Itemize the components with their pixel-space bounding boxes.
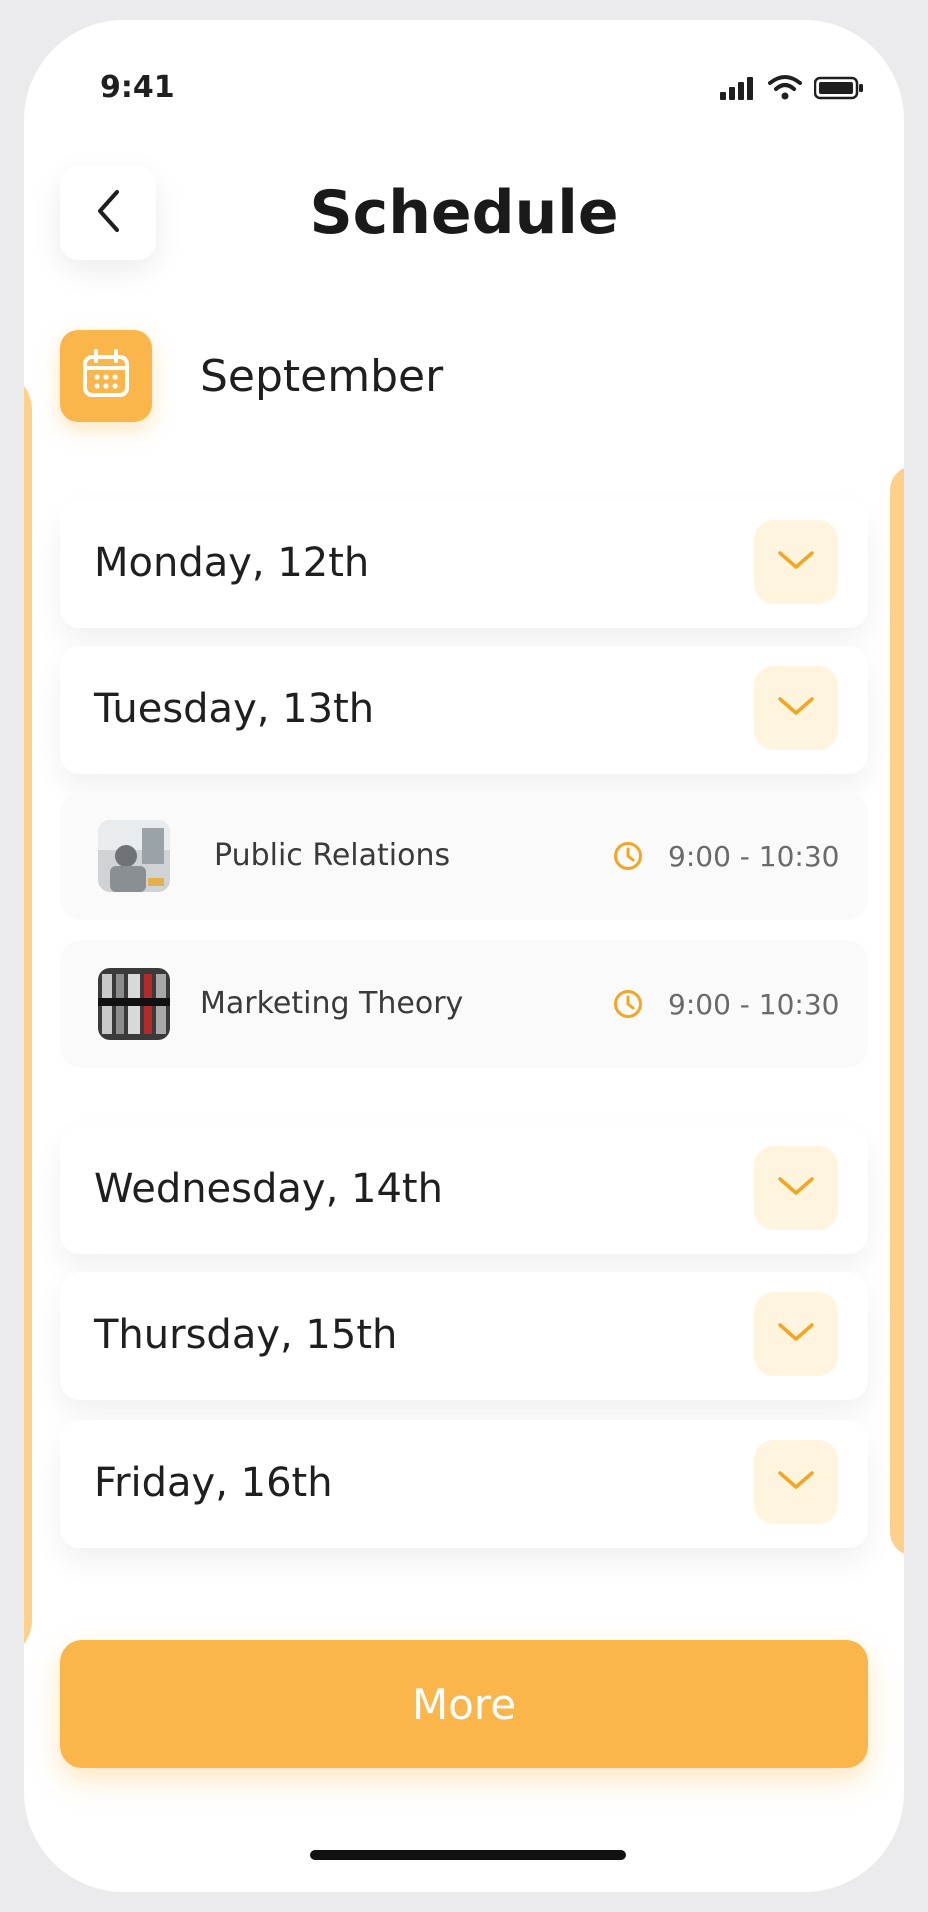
month-label: September — [200, 350, 444, 402]
day-label: Tuesday, 13th — [94, 686, 375, 732]
chevron-down-icon — [776, 694, 816, 722]
page-title: Schedule — [309, 178, 619, 248]
class-thumbnail — [98, 968, 170, 1040]
phone-screen: 9:41 Schedule September Monday, 12th Tue… — [24, 20, 904, 1892]
signal-icon — [720, 76, 756, 104]
day-row-wednesday[interactable]: Wednesday, 14th — [60, 1126, 868, 1254]
status-time: 9:41 — [100, 70, 175, 105]
day-row-monday[interactable]: Monday, 12th — [60, 500, 868, 628]
decorative-left-band — [24, 370, 32, 1660]
expand-button[interactable] — [754, 1292, 838, 1376]
chevron-down-icon — [776, 1174, 816, 1202]
class-title: Public Relations — [214, 838, 451, 873]
month-selector[interactable]: September — [60, 330, 443, 422]
day-label: Monday, 12th — [94, 540, 370, 586]
day-label: Thursday, 15th — [94, 1312, 398, 1358]
chevron-down-icon — [776, 1320, 816, 1348]
chevron-down-icon — [776, 1468, 816, 1496]
calendar-icon-tile — [60, 330, 152, 422]
more-button[interactable]: More — [60, 1640, 868, 1768]
class-time: 9:00 - 10:30 — [668, 840, 840, 873]
day-row-tuesday[interactable]: Tuesday, 13th — [60, 646, 868, 774]
status-icons — [720, 74, 864, 104]
clock-icon — [612, 988, 644, 1024]
class-thumbnail — [98, 820, 170, 892]
expand-button[interactable] — [754, 666, 838, 750]
decorative-right-band — [890, 466, 904, 1556]
clock-icon — [612, 840, 644, 876]
day-row-thursday[interactable]: Thursday, 15th — [60, 1272, 868, 1400]
wifi-icon — [768, 74, 802, 104]
calendar-icon — [80, 348, 132, 404]
expand-button[interactable] — [754, 520, 838, 604]
battery-icon — [813, 76, 864, 104]
chevron-down-icon — [776, 548, 816, 576]
class-item[interactable]: Marketing Theory 9:00 - 10:30 — [60, 940, 868, 1068]
class-time: 9:00 - 10:30 — [668, 988, 840, 1021]
day-label: Wednesday, 14th — [94, 1166, 443, 1212]
day-label: Friday, 16th — [94, 1460, 333, 1506]
day-row-friday[interactable]: Friday, 16th — [60, 1420, 868, 1548]
home-indicator[interactable] — [310, 1850, 626, 1860]
class-title: Marketing Theory — [200, 986, 464, 1021]
class-item[interactable]: Public Relations 9:00 - 10:30 — [60, 792, 868, 920]
expand-button[interactable] — [754, 1146, 838, 1230]
expand-button[interactable] — [754, 1440, 838, 1524]
